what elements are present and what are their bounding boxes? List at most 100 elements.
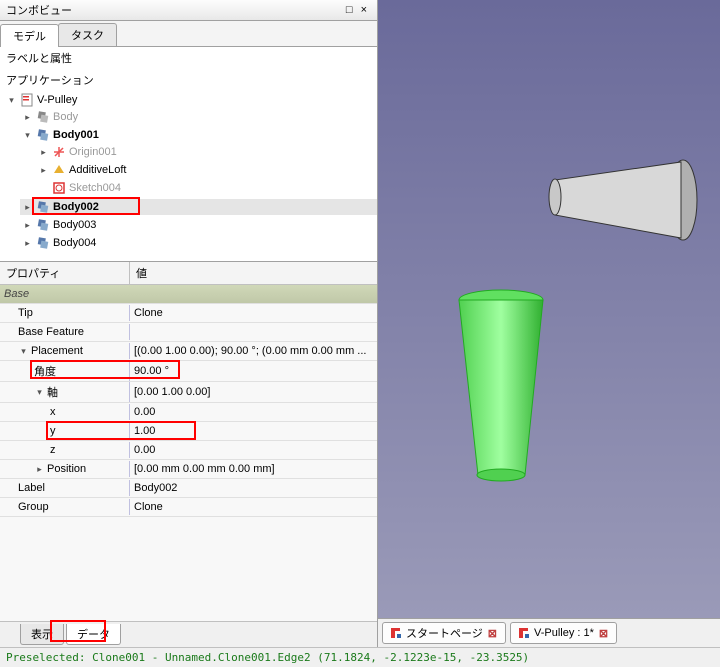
prop-row[interactable]: ▾Placement[(0.00 1.00 0.00); 90.00 °; (0… — [0, 342, 377, 361]
doc-tab-label: スタートページ — [406, 625, 483, 641]
tab-data[interactable]: データ — [66, 624, 121, 645]
prop-header-name[interactable]: プロパティ — [0, 262, 130, 284]
document-tabs: スタートページ ⊠ V-Pulley : 1* ⊠ — [378, 618, 720, 647]
tree-area[interactable]: ラベルと属性 アプリケーション ▾ V-Pulley ▸ — [0, 47, 377, 261]
tab-model[interactable]: モデル — [0, 24, 59, 47]
prop-row[interactable]: ▸Position[0.00 mm 0.00 mm 0.00 mm] — [0, 460, 377, 479]
prop-row[interactable]: TipClone — [0, 304, 377, 323]
prop-header-value[interactable]: 値 — [130, 262, 153, 284]
prop-name: ▾Placement — [0, 343, 130, 359]
doc-tab-label: V-Pulley : 1* — [534, 627, 594, 639]
close-icon[interactable]: ⊠ — [486, 627, 499, 640]
tree-item-label: Body003 — [53, 219, 96, 231]
tree-item-label: Body004 — [53, 237, 96, 249]
prop-value[interactable]: [(0.00 1.00 0.00); 90.00 °; (0.00 mm 0.0… — [130, 343, 377, 359]
prop-row[interactable]: y1.00 — [0, 422, 377, 441]
prop-row[interactable]: x0.00 — [0, 403, 377, 422]
property-panel: プロパティ 値 Base TipCloneBase Feature▾Placem… — [0, 261, 377, 647]
status-bar: Preselected: Clone001 - Unnamed.Clone001… — [0, 647, 720, 667]
tree-item-loft[interactable]: ▸ AdditiveLoft — [36, 162, 377, 178]
panel-header: コンボビュー □ × — [0, 0, 377, 21]
prop-name: Label — [0, 480, 130, 496]
3d-viewport[interactable] — [378, 0, 720, 618]
tree-item-origin[interactable]: ▸ Origin001 — [36, 144, 377, 160]
document-icon — [20, 93, 34, 107]
doc-tab-vpulley[interactable]: V-Pulley : 1* ⊠ — [510, 622, 617, 644]
chevron-right-icon[interactable]: ▸ — [22, 112, 33, 123]
tree-root-label: V-Pulley — [37, 94, 77, 106]
tree-item-body004[interactable]: ▸ Body004 — [20, 235, 377, 251]
dock-icon[interactable]: □ — [342, 4, 357, 16]
property-header: プロパティ 値 — [0, 262, 377, 285]
tree: ▾ V-Pulley ▸ Body — [0, 91, 377, 253]
body-icon — [36, 128, 50, 142]
prop-value[interactable]: 1.00 — [130, 423, 377, 439]
panel-title: コンボビュー — [6, 2, 72, 18]
prop-value[interactable] — [130, 330, 377, 334]
prop-row[interactable]: ▾軸[0.00 1.00 0.00] — [0, 382, 377, 403]
prop-value[interactable]: 0.00 — [130, 442, 377, 458]
prop-name: y — [0, 423, 130, 439]
shape-green-cone — [443, 280, 563, 490]
bottom-tabs: 表示 データ — [0, 621, 377, 647]
prop-value[interactable]: 0.00 — [130, 404, 377, 420]
chevron-right-icon[interactable]: ▸ — [22, 238, 33, 249]
loft-icon — [52, 163, 66, 177]
chevron-right-icon[interactable]: ▸ — [38, 147, 49, 158]
tree-root[interactable]: ▾ V-Pulley — [4, 92, 377, 108]
prop-name: Tip — [0, 305, 130, 321]
prop-value[interactable]: [0.00 1.00 0.00] — [130, 384, 377, 400]
chevron-down-icon[interactable]: ▾ — [18, 346, 29, 357]
combo-view-panel: コンボビュー □ × モデル タスク ラベルと属性 アプリケーション ▾ V-P… — [0, 0, 378, 647]
tree-item-body001[interactable]: ▾ Body001 — [20, 127, 377, 143]
prop-row[interactable]: LabelBody002 — [0, 479, 377, 498]
chevron-down-icon[interactable]: ▾ — [22, 130, 33, 141]
body-icon — [36, 218, 50, 232]
tree-item-label: AdditiveLoft — [69, 164, 126, 176]
prop-value[interactable]: Body002 — [130, 480, 377, 496]
tree-item-sketch[interactable]: Sketch004 — [36, 180, 377, 196]
tree-item-label: Sketch004 — [69, 182, 121, 194]
origin-icon — [52, 145, 66, 159]
prop-row[interactable]: Base Feature — [0, 323, 377, 342]
prop-row[interactable]: 角度90.00 ° — [0, 361, 377, 382]
prop-value[interactable]: Clone — [130, 499, 377, 515]
tab-view[interactable]: 表示 — [20, 624, 64, 645]
close-icon[interactable]: × — [357, 4, 371, 16]
tree-header-app: アプリケーション — [0, 69, 377, 91]
tree-item-body[interactable]: ▸ Body — [20, 109, 377, 125]
chevron-right-icon[interactable]: ▸ — [22, 220, 33, 231]
body-icon — [36, 236, 50, 250]
prop-name: 角度 — [0, 361, 130, 381]
prop-name: ▸Position — [0, 461, 130, 477]
body-icon — [36, 200, 50, 214]
tree-item-label: Body002 — [53, 201, 99, 213]
freecad-icon — [517, 626, 531, 640]
tree-item-label: Body — [53, 111, 78, 123]
top-tabs: モデル タスク — [0, 21, 377, 47]
prop-row[interactable]: z0.00 — [0, 441, 377, 460]
tab-task[interactable]: タスク — [58, 23, 117, 46]
chevron-down-icon[interactable]: ▾ — [34, 387, 45, 398]
chevron-right-icon[interactable]: ▸ — [34, 464, 45, 475]
tree-item-body003[interactable]: ▸ Body003 — [20, 217, 377, 233]
close-icon[interactable]: ⊠ — [597, 627, 610, 640]
tree-item-body002[interactable]: ▸ Body002 — [20, 199, 377, 215]
prop-row[interactable]: GroupClone — [0, 498, 377, 517]
body-icon — [36, 110, 50, 124]
chevron-right-icon[interactable]: ▸ — [22, 202, 33, 213]
prop-value[interactable]: 90.00 ° — [130, 363, 377, 379]
prop-name: x — [0, 404, 130, 420]
doc-tab-startpage[interactable]: スタートページ ⊠ — [382, 622, 506, 644]
chevron-right-icon[interactable]: ▸ — [38, 165, 49, 176]
right-panel: スタートページ ⊠ V-Pulley : 1* ⊠ — [378, 0, 720, 647]
prop-value[interactable]: Clone — [130, 305, 377, 321]
sketch-icon — [52, 181, 66, 195]
property-table[interactable]: Base TipCloneBase Feature▾Placement[(0.0… — [0, 285, 377, 621]
chevron-down-icon[interactable]: ▾ — [6, 95, 17, 106]
prop-value[interactable]: [0.00 mm 0.00 mm 0.00 mm] — [130, 461, 377, 477]
prop-name: z — [0, 442, 130, 458]
prop-section-base: Base — [0, 285, 377, 304]
tree-item-label: Origin001 — [69, 146, 117, 158]
spacer — [38, 183, 49, 194]
